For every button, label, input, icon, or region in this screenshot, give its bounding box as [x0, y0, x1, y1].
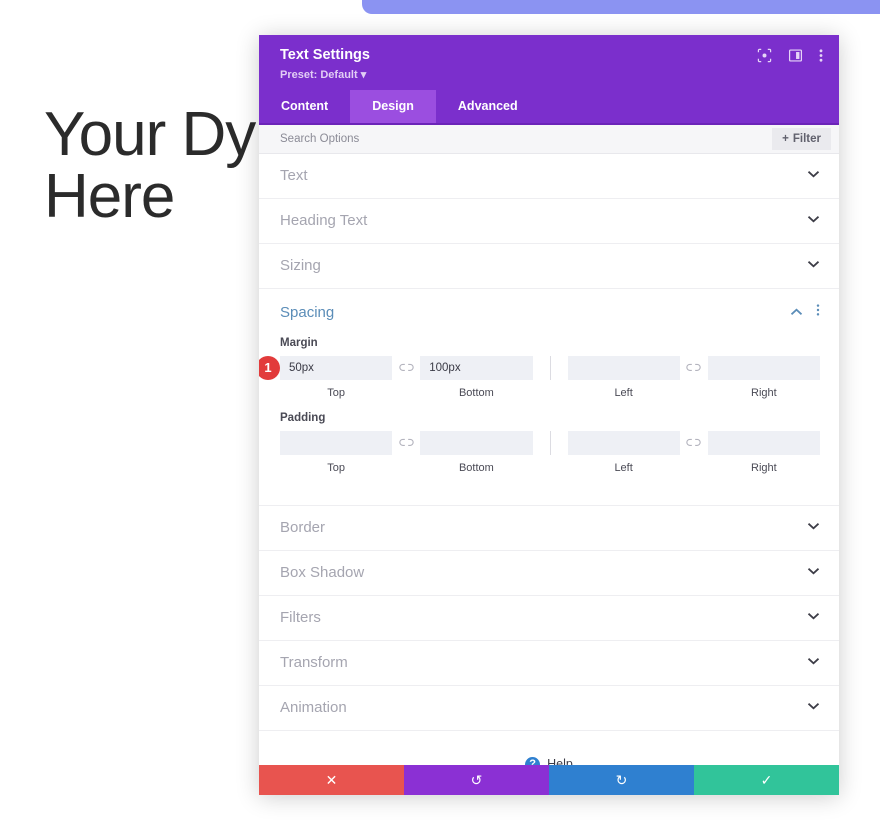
margin-top-input[interactable] [280, 355, 393, 380]
section-heading-text[interactable]: Heading Text [259, 199, 839, 244]
section-spacing-controls [790, 303, 820, 322]
padding-top-bottom-group: Top Bottom [280, 430, 533, 474]
margin-right-caption: Right [751, 386, 777, 399]
margin-fields: 1 Top Bottom [259, 355, 820, 399]
undo-button[interactable]: ↺ [404, 765, 549, 795]
modal-header-icons [757, 46, 823, 63]
margin-divider [549, 355, 551, 380]
filter-button-label: Filter [792, 132, 821, 145]
preset-selector[interactable]: Preset: Default ▾ [280, 68, 370, 81]
section-filters[interactable]: Filters [259, 596, 839, 641]
section-transform-label: Transform [280, 654, 348, 672]
tab-design[interactable]: Design [350, 89, 436, 123]
section-box-shadow[interactable]: Box Shadow [259, 551, 839, 596]
modal-title: Text Settings [280, 47, 370, 63]
padding-bottom-cell: Bottom [420, 430, 533, 474]
margin-left-right-group: Left Right [567, 355, 820, 399]
search-bar: + Filter [259, 124, 839, 154]
padding-right-input[interactable] [707, 430, 820, 455]
step-badge: 1 [259, 355, 280, 380]
unlink-icon[interactable] [392, 356, 420, 380]
help-icon: ? [525, 756, 541, 765]
split-view-icon[interactable] [788, 48, 803, 63]
padding-top-caption: Top [327, 461, 345, 474]
filter-button[interactable]: + Filter [772, 127, 831, 150]
padding-top-cell: Top [280, 430, 393, 474]
padding-left-right-group: Left Right [567, 430, 820, 474]
modal-body: Text Heading Text Sizing Spacing Margin … [259, 153, 839, 765]
section-animation-label: Animation [280, 699, 347, 717]
section-text-label: Text [280, 167, 308, 185]
section-animation[interactable]: Animation [259, 686, 839, 731]
save-button[interactable]: ✓ [694, 765, 839, 795]
margin-top-cell: Top [280, 355, 393, 399]
margin-right-input[interactable] [707, 355, 820, 380]
modal-header-titles: Text Settings Preset: Default ▾ [280, 46, 370, 81]
plus-icon: + [782, 132, 789, 145]
section-heading-text-label: Heading Text [280, 212, 368, 230]
padding-bottom-caption: Bottom [458, 461, 494, 474]
top-banner [362, 0, 880, 14]
section-sizing[interactable]: Sizing [259, 244, 839, 289]
padding-bottom-input[interactable] [420, 430, 533, 455]
chevron-down-icon [807, 657, 820, 668]
padding-right-cell: Right [707, 430, 820, 474]
focus-target-icon[interactable] [757, 48, 772, 63]
section-border[interactable]: Border [259, 506, 839, 551]
modal-footer: ✕ ↺ ↻ ✓ [259, 765, 839, 795]
tab-content[interactable]: Content [259, 90, 350, 123]
padding-divider [549, 430, 551, 455]
padding-fields: Top Bottom Left Right [280, 430, 820, 474]
section-spacing-header[interactable]: Spacing [280, 303, 820, 322]
section-filters-label: Filters [280, 609, 321, 627]
padding-left-input[interactable] [567, 430, 680, 455]
margin-top-bottom-group: Top Bottom [280, 355, 533, 399]
chevron-up-icon[interactable] [790, 303, 803, 321]
tab-advanced[interactable]: Advanced [436, 90, 540, 123]
spacing-more-options-icon[interactable] [816, 303, 820, 322]
unlink-icon[interactable] [392, 431, 420, 455]
padding-left-caption: Left [614, 461, 633, 474]
padding-top-input[interactable] [280, 430, 393, 455]
margin-right-cell: Right [707, 355, 820, 399]
chevron-down-icon [807, 170, 820, 181]
margin-bottom-caption: Bottom [458, 386, 494, 399]
modal-header: Text Settings Preset: Default ▾ [259, 35, 839, 90]
section-box-shadow-label: Box Shadow [280, 564, 365, 582]
margin-left-cell: Left [567, 355, 680, 399]
padding-right-caption: Right [751, 461, 777, 474]
chevron-down-icon [807, 215, 820, 226]
cancel-button[interactable]: ✕ [259, 765, 404, 795]
preset-caret-icon: ▾ [360, 68, 367, 81]
help-label: Help [547, 757, 573, 765]
section-text[interactable]: Text [259, 154, 839, 199]
section-spacing-label: Spacing [280, 303, 335, 321]
padding-label: Padding [280, 411, 326, 424]
section-sizing-label: Sizing [280, 257, 321, 275]
search-input[interactable] [280, 132, 773, 145]
margin-bottom-input[interactable] [420, 355, 533, 380]
unlink-icon[interactable] [680, 431, 708, 455]
modal-tabs: Content Design Advanced [259, 89, 839, 125]
chevron-down-icon [807, 260, 820, 271]
margin-top-caption: Top [327, 386, 345, 399]
margin-bottom-cell: Bottom [420, 355, 533, 399]
chevron-down-icon [807, 567, 820, 578]
margin-left-input[interactable] [567, 355, 680, 380]
padding-left-cell: Left [567, 430, 680, 474]
section-border-label: Border [280, 519, 326, 537]
more-options-icon[interactable] [819, 48, 823, 63]
chevron-down-icon [807, 702, 820, 713]
redo-button[interactable]: ↻ [549, 765, 694, 795]
section-transform[interactable]: Transform [259, 641, 839, 686]
preset-label: Preset: Default [280, 68, 358, 81]
chevron-down-icon [807, 612, 820, 623]
unlink-icon[interactable] [680, 356, 708, 380]
margin-label: Margin [280, 336, 318, 349]
section-spacing: Spacing Margin 1 50px Top 100px Bottom L… [259, 289, 839, 506]
help-link[interactable]: ? Help [259, 731, 839, 765]
chevron-down-icon [807, 522, 820, 533]
margin-left-caption: Left [614, 386, 633, 399]
text-settings-modal: Text Settings Preset: Default ▾ Content … [259, 35, 839, 795]
